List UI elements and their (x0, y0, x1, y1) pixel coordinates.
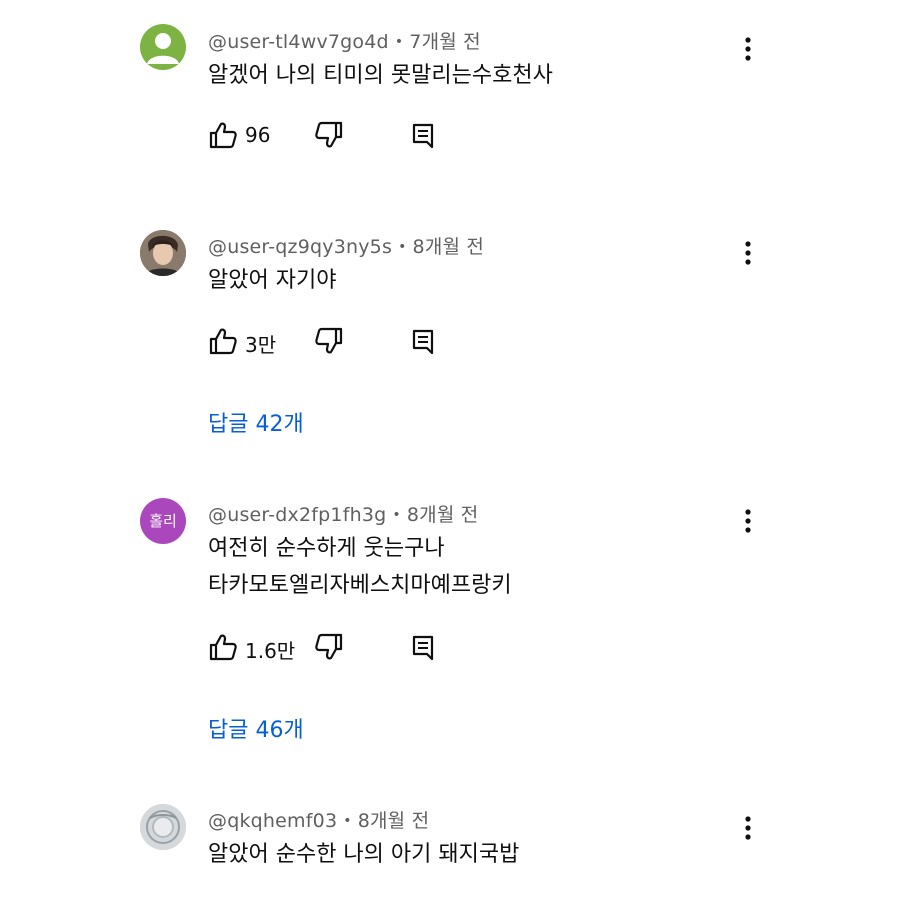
photo-avatar-image (140, 804, 186, 850)
comment-time: 8개월 전 (357, 810, 430, 832)
comment-item: @qkqhemf03 • 8개월 전 알았어 순수한 나의 아기 돼지국밥 (0, 0, 900, 900)
comment-author[interactable]: @qkqhemf03 (208, 810, 337, 832)
comment-text: 알았어 순수한 나의 아기 돼지국밥 (208, 836, 519, 873)
more-vertical-icon (745, 816, 751, 840)
separator-dot: • (343, 813, 352, 829)
more-options-button[interactable] (738, 814, 758, 842)
comment-meta: @qkqhemf03 • 8개월 전 (208, 806, 429, 833)
comment-text-line: 알았어 순수한 나의 아기 돼지국밥 (208, 842, 520, 867)
avatar[interactable] (140, 804, 186, 850)
